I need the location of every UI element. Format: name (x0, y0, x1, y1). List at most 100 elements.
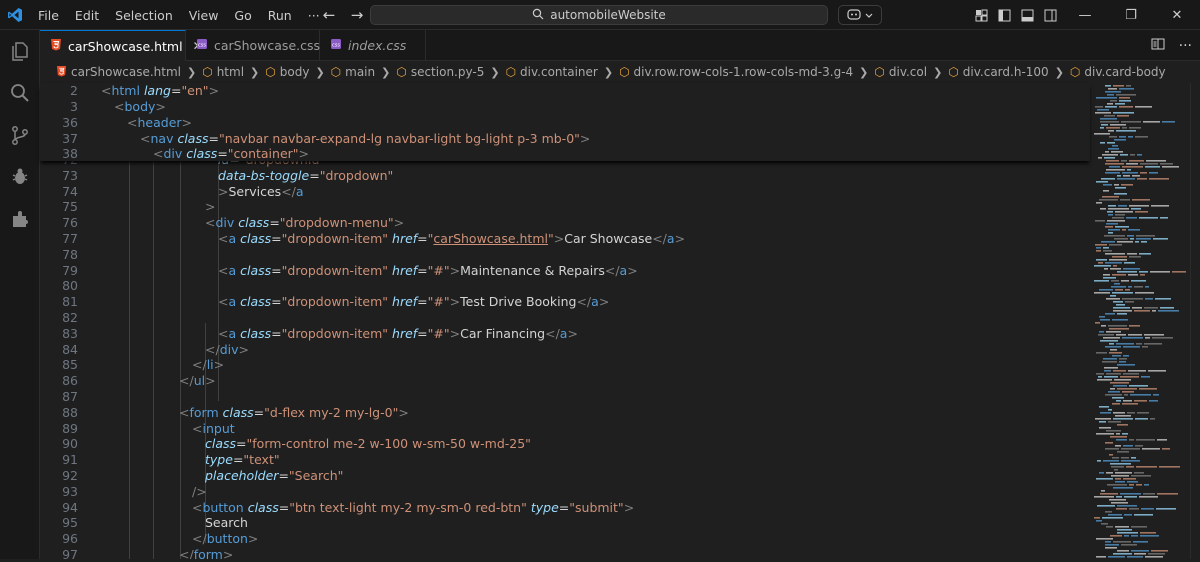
code-line[interactable]: 3 <body> (40, 99, 1090, 115)
line-number: 3 (70, 99, 78, 114)
arrow-right-icon[interactable]: → (346, 6, 368, 24)
minimap-line (1098, 334, 1114, 336)
minimize-icon[interactable]: — (1062, 0, 1108, 30)
code-line[interactable]: 2 <html lang="en"> (40, 83, 1090, 99)
minimap-line (1107, 142, 1115, 144)
breadcrumb-item[interactable]: ⬡ div.card-body (1070, 65, 1166, 79)
toggle-secondary-sidebar-icon[interactable] (1039, 0, 1062, 30)
minimap-line (1122, 127, 1127, 129)
breadcrumb-label: body (279, 65, 310, 79)
code-line[interactable]: 87 (40, 389, 1090, 405)
breadcrumb-item[interactable]: ⬡ section.py-5 (396, 65, 484, 79)
menu-go[interactable]: Go (226, 8, 259, 23)
code-line[interactable]: 84 </div> (40, 342, 1090, 358)
code-line[interactable]: 75 > (40, 199, 1090, 215)
menu-file[interactable]: File (30, 8, 67, 23)
breadcrumb-item[interactable]: carShowcase.html (56, 65, 181, 80)
code-line[interactable]: 80 (40, 278, 1090, 294)
tab-index-css[interactable]: css index.css (320, 30, 426, 61)
code-line[interactable]: 77 <a class="dropdown-item" href="carShow… (40, 231, 1090, 247)
minimap-line (1150, 271, 1170, 273)
code-line[interactable]: 89 <input (40, 421, 1090, 437)
copilot-button[interactable] (838, 5, 882, 25)
search-view-icon[interactable] (0, 72, 40, 114)
restore-icon[interactable]: ❐ (1108, 0, 1154, 30)
code-line[interactable]: 79 <a class="dropdown-item" href="#">Main… (40, 263, 1090, 279)
minimap[interactable] (1090, 83, 1190, 559)
code-token: "en" (181, 83, 209, 98)
breadcrumb-item[interactable]: ⬡ div.card.h-100 (948, 65, 1048, 79)
breadcrumb-item[interactable]: ⬡ html (202, 65, 244, 79)
code-token: "dropdown-item" (281, 294, 389, 310)
minimap-line (1123, 445, 1133, 447)
breadcrumb-item[interactable]: ⬡ div.row.row-cols-1.row-cols-md-3.g-4 (619, 65, 853, 79)
arrow-left-icon[interactable]: ← (318, 6, 340, 24)
code-text: >Services</a (218, 184, 304, 200)
code-token: > (218, 183, 229, 199)
code-line[interactable]: 90 class="form-control me-2 w-100 w-sm-50… (40, 436, 1090, 452)
title-bar: File Edit Selection View Go Run ··· ← → … (0, 0, 1200, 30)
minimap-line (1096, 181, 1108, 183)
toggle-panel-icon[interactable] (1016, 0, 1039, 30)
code-line[interactable]: 37 <nav class="navbar navbar-expand-lg na… (40, 131, 1090, 147)
code-token: = (271, 231, 282, 246)
minimap-line (1144, 334, 1164, 336)
code-line[interactable]: 92 placeholder="Search" (40, 468, 1090, 484)
source-control-icon[interactable] (0, 114, 40, 156)
code-line[interactable]: 83 <a class="dropdown-item" href="#">Car … (40, 326, 1090, 342)
minimap-line (1135, 241, 1139, 243)
explorer-icon[interactable] (0, 30, 40, 72)
close-window-icon[interactable]: ✕ (1154, 0, 1200, 30)
code-line[interactable]: 82 (40, 310, 1090, 326)
code-line[interactable]: 36 <header> (40, 115, 1090, 131)
code-line[interactable]: 81 <a class="dropdown-item" href="#">Test… (40, 294, 1090, 310)
menu-run[interactable]: Run (260, 8, 300, 23)
code-line[interactable]: 76 <div class="dropdown-menu"> (40, 215, 1090, 231)
command-center-search[interactable]: automobileWebsite (370, 5, 828, 25)
more-actions-icon[interactable]: ··· (1179, 38, 1192, 54)
code-line[interactable]: 73 data-bs-toggle="dropdown" (40, 168, 1090, 184)
minimap-line (1098, 262, 1103, 264)
toggle-primary-sidebar-icon[interactable] (993, 0, 1016, 30)
breadcrumb-item[interactable]: ⬡ div.col (874, 65, 927, 79)
split-editor-icon[interactable] (1151, 38, 1165, 53)
tab-carshowcase-css[interactable]: css carShowcase.css (186, 30, 320, 61)
minimap-line (1145, 166, 1160, 168)
minimap-line (1117, 175, 1121, 177)
minimap-line (1122, 433, 1128, 435)
menu-edit[interactable]: Edit (67, 8, 107, 23)
minimap-line (1157, 439, 1167, 441)
minimap-line (1143, 121, 1160, 123)
minimap-line (1158, 310, 1179, 312)
customize-layout-icon[interactable] (970, 0, 993, 30)
code-line[interactable]: 93 /> (40, 484, 1090, 500)
code-line[interactable]: 94 <button class="btn text-light my-2 my-… (40, 500, 1090, 516)
code-line[interactable]: 88 <form class="d-flex my-2 my-lg-0"> (40, 405, 1090, 421)
minimap-line (1105, 91, 1121, 93)
minimap-line (1113, 385, 1127, 387)
code-line[interactable]: 85 </li> (40, 357, 1090, 373)
minimap-line (1114, 238, 1128, 240)
tab-carshowcase-html[interactable]: carShowcase.html ✕ (40, 30, 203, 61)
code-line[interactable]: 96 </button> (40, 531, 1090, 547)
code-line[interactable]: 78 (40, 247, 1090, 263)
minimap-line (1117, 178, 1135, 180)
minimap-line (1125, 301, 1134, 303)
vertical-scrollbar[interactable] (1190, 83, 1200, 559)
code-line[interactable]: 95 Search (40, 515, 1090, 531)
code-line[interactable]: 97 </form> (40, 547, 1090, 559)
extensions-icon[interactable] (0, 198, 40, 240)
minimap-line (1094, 280, 1109, 282)
minimap-line (1121, 160, 1127, 162)
code-line[interactable]: 91 type="text" (40, 452, 1090, 468)
breadcrumb-item[interactable]: ⬡ body (265, 65, 309, 79)
breadcrumb-item[interactable]: ⬡ main (331, 65, 375, 79)
breadcrumb-item[interactable]: ⬡ div.container (506, 65, 598, 79)
menu-selection[interactable]: Selection (107, 8, 181, 23)
code-line[interactable]: 38 <div class="container"> (40, 146, 1090, 162)
run-debug-icon[interactable] (0, 156, 40, 198)
minimap-line (1112, 397, 1124, 399)
menu-view[interactable]: View (181, 8, 227, 23)
code-line[interactable]: 74 >Services</a (40, 184, 1090, 200)
code-line[interactable]: 86 </ul> (40, 373, 1090, 389)
